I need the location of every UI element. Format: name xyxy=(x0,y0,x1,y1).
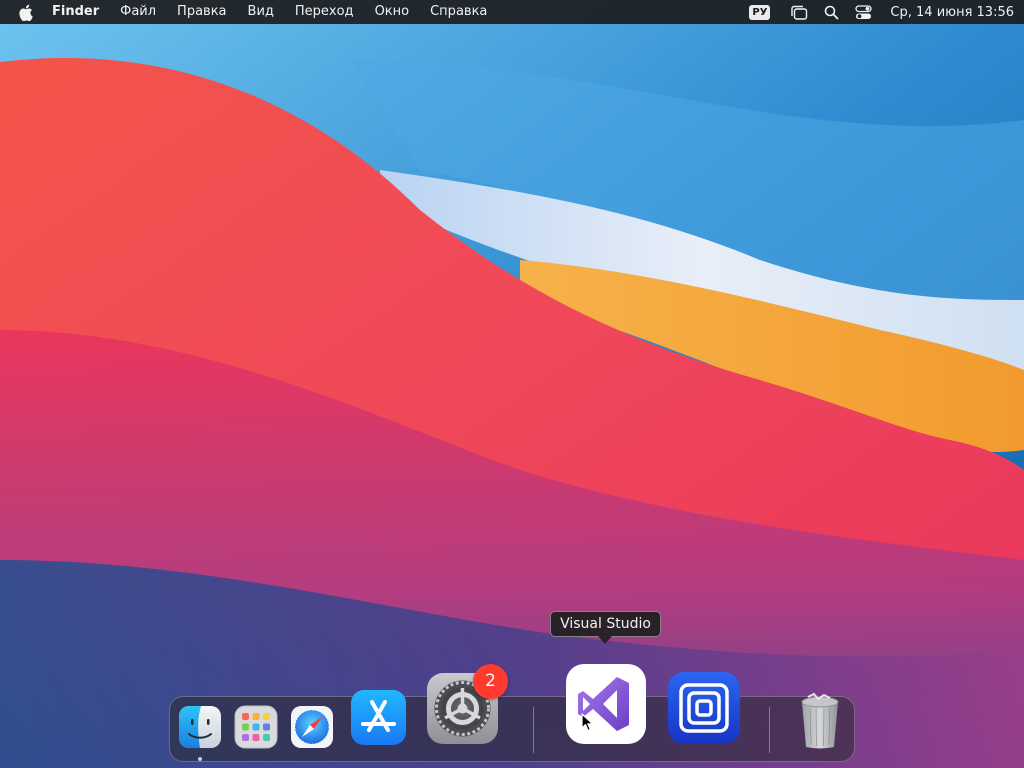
app-store-icon[interactable] xyxy=(350,689,407,746)
menu-edit[interactable]: Правка xyxy=(177,0,226,24)
dock-separator xyxy=(769,707,770,753)
trash-icon[interactable] xyxy=(796,692,844,750)
menu-file[interactable]: Файл xyxy=(120,0,156,24)
screen-recorder-icon[interactable] xyxy=(667,671,741,745)
visual-studio-icon[interactable] xyxy=(565,663,647,745)
spotlight-search-icon[interactable] xyxy=(824,5,839,20)
menu-bar: Finder Файл Правка Вид Переход Окно Спра… xyxy=(0,0,1024,24)
desktop[interactable]: Finder Файл Правка Вид Переход Окно Спра… xyxy=(0,0,1024,768)
apple-menu-icon[interactable] xyxy=(18,3,34,21)
finder-icon[interactable] xyxy=(178,705,222,749)
control-center-icon[interactable] xyxy=(855,4,873,20)
safari-icon[interactable] xyxy=(290,705,334,749)
menu-view[interactable]: Вид xyxy=(248,0,274,24)
dock-tooltip-arrow xyxy=(598,636,612,644)
menu-window[interactable]: Окно xyxy=(375,0,410,24)
dock-tooltip: Visual Studio xyxy=(550,611,661,637)
stage-manager-icon[interactable] xyxy=(790,5,808,20)
dock-separator xyxy=(533,707,534,753)
finder-running-indicator xyxy=(198,757,202,761)
menu-bar-clock[interactable]: Ср, 14 июня 13:56 xyxy=(890,5,1014,20)
menu-app-finder[interactable]: Finder xyxy=(52,0,99,24)
status-area: РУ Ср, 14 июня 13:56 xyxy=(749,4,1014,20)
desktop-wallpaper xyxy=(0,0,1024,768)
launchpad-icon[interactable] xyxy=(234,705,278,749)
input-source-badge[interactable]: РУ xyxy=(749,4,771,20)
system-preferences-notification-badge: 2 xyxy=(473,664,508,699)
mouse-cursor-icon xyxy=(581,713,594,732)
menu-go[interactable]: Переход xyxy=(295,0,354,24)
menu-help[interactable]: Справка xyxy=(430,0,487,24)
